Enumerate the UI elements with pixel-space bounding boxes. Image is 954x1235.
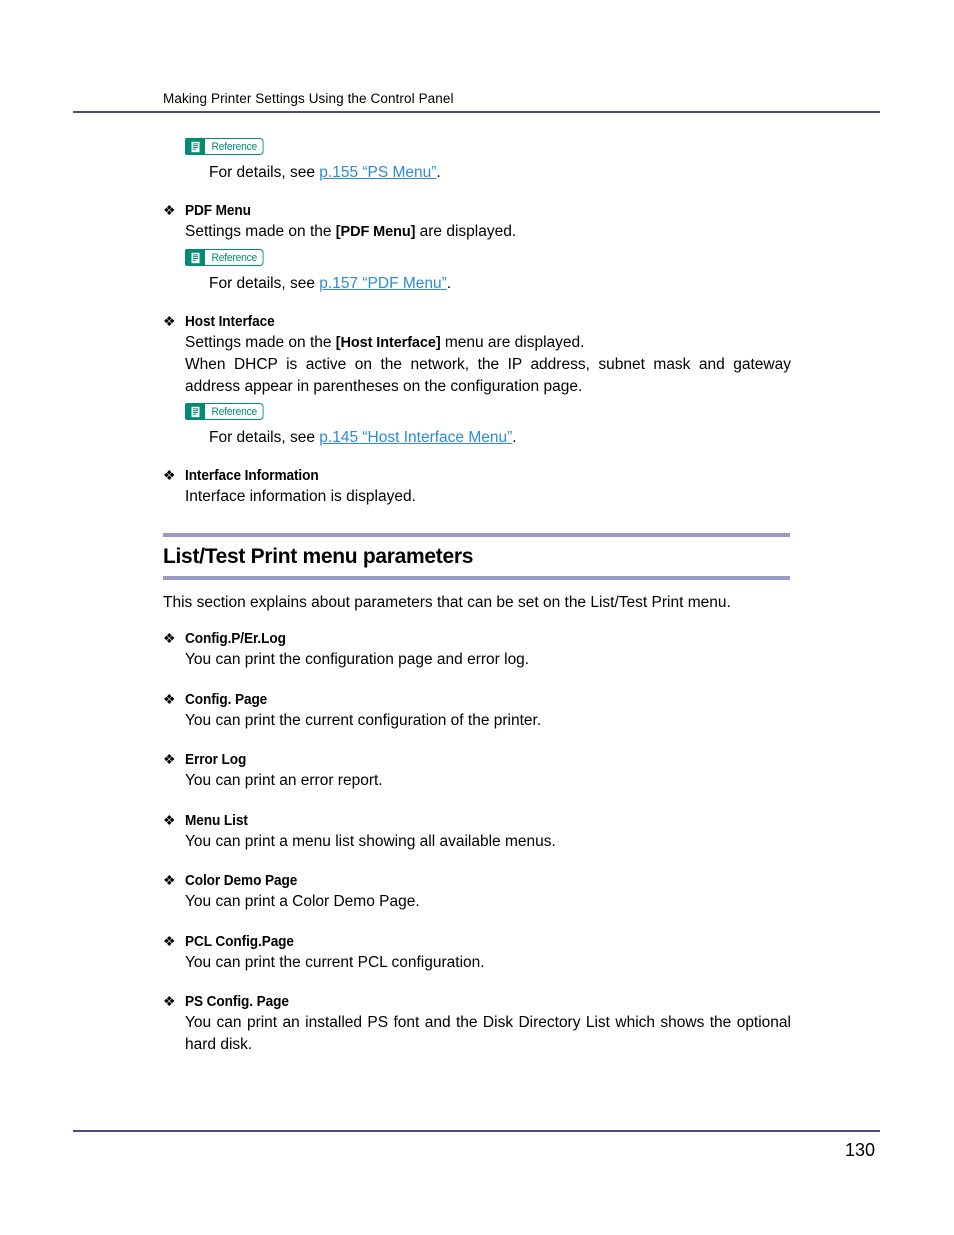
parameter-item: ❖ Color Demo Page You can print a Color … bbox=[163, 870, 791, 913]
reference-prefix: For details, see bbox=[209, 274, 320, 292]
bullet-section-pdf-menu: ❖ PDF Menu Settings made on the [PDF Men… bbox=[163, 200, 791, 295]
bullet-body-post: are displayed. bbox=[415, 222, 517, 240]
bullet-body-post: menu are displayed. bbox=[440, 333, 585, 351]
diamond-bullet-icon: ❖ bbox=[163, 466, 176, 483]
section-heading-block: List/Test Print menu parameters bbox=[163, 533, 790, 580]
parameter-title: Error Log bbox=[185, 752, 247, 768]
document-page: Making Printer Settings Using the Contro… bbox=[0, 0, 954, 1235]
bullet-heading: ❖ Config.P/Er.Log bbox=[163, 628, 791, 649]
bullet-heading: ❖ PDF Menu bbox=[163, 200, 791, 221]
bullet-heading: ❖ Menu List bbox=[163, 810, 791, 831]
diamond-bullet-icon: ❖ bbox=[163, 993, 176, 1009]
parameter-body: You can print the current PCL configurat… bbox=[185, 953, 485, 971]
bullet-title: Interface Information bbox=[185, 467, 319, 484]
diamond-bullet-icon: ❖ bbox=[163, 201, 176, 218]
document-icon bbox=[185, 403, 205, 420]
reference-line: For details, see p.155 “PS Menu”. bbox=[209, 162, 791, 184]
parameter-item: ❖ PS Config. Page You can print an insta… bbox=[163, 991, 791, 1055]
reference-link[interactable]: p.145 “Host Interface Menu” bbox=[319, 429, 512, 446]
reference-link[interactable]: p.155 “PS Menu” bbox=[319, 164, 436, 181]
diamond-bullet-icon: ❖ bbox=[163, 630, 176, 646]
reference-badge-label: Reference bbox=[205, 138, 264, 155]
parameter-item: ❖ PCL Config.Page You can print the curr… bbox=[163, 931, 791, 974]
parameter-title: PS Config. Page bbox=[185, 994, 289, 1010]
parameter-title: Config.P/Er.Log bbox=[185, 631, 286, 647]
reference-suffix: . bbox=[446, 274, 452, 292]
header-title: Making Printer Settings Using the Contro… bbox=[163, 91, 454, 106]
bullet-heading: ❖ Error Log bbox=[163, 749, 791, 770]
bullet-heading: ❖ PCL Config.Page bbox=[163, 931, 791, 952]
bullet-section-interface-information: ❖ Interface Information Interface inform… bbox=[163, 465, 791, 508]
diamond-bullet-icon: ❖ bbox=[163, 872, 176, 888]
parameter-body: You can print the configuration page and… bbox=[185, 651, 530, 668]
bullet-heading: ❖ Config. Page bbox=[163, 689, 791, 710]
parameter-body: You can print an installed PS font and t… bbox=[185, 1014, 791, 1053]
reference-suffix: . bbox=[436, 163, 441, 181]
header-rule bbox=[73, 111, 880, 113]
reference-line: For details, see p.145 “Host Interface M… bbox=[209, 427, 791, 449]
section-intro: This section explains about parameters t… bbox=[163, 594, 731, 611]
reference-prefix: For details, see bbox=[209, 163, 320, 181]
parameter-title: PCL Config.Page bbox=[185, 933, 294, 950]
bullet-heading: ❖ Color Demo Page bbox=[163, 870, 791, 891]
bullet-body-pre: Settings made on the bbox=[185, 222, 336, 240]
diamond-bullet-icon: ❖ bbox=[163, 932, 176, 949]
parameter-item: ❖ Config.P/Er.Log You can print the conf… bbox=[163, 628, 791, 671]
diamond-bullet-icon: ❖ bbox=[163, 312, 176, 329]
document-icon bbox=[185, 138, 205, 155]
diamond-bullet-icon: ❖ bbox=[163, 811, 176, 828]
parameter-body: You can print a menu list showing all av… bbox=[185, 832, 556, 850]
parameter-body: You can print an error report. bbox=[185, 772, 383, 789]
section-rule-bottom bbox=[163, 576, 790, 580]
reference-link[interactable]: p.157 “PDF Menu” bbox=[319, 275, 447, 292]
bullet-body: Settings made on the [Host Interface] me… bbox=[185, 332, 791, 355]
bullet-body: Interface information is displayed. bbox=[185, 487, 416, 505]
parameter-item: ❖ Config. Page You can print the current… bbox=[163, 689, 791, 732]
bullet-body-pre: Settings made on the bbox=[185, 333, 336, 351]
reference-badge-label: Reference bbox=[205, 403, 264, 420]
parameter-body: You can print a Color Demo Page. bbox=[185, 893, 420, 910]
key-label: [PDF Menu] bbox=[335, 223, 416, 240]
section-title: List/Test Print menu parameters bbox=[163, 545, 474, 568]
bullet-heading: ❖ Interface Information bbox=[163, 465, 791, 486]
bullet-body-extra: When DHCP is active on the network, the … bbox=[185, 356, 791, 395]
parameter-item: ❖ Error Log You can print an error repor… bbox=[163, 749, 791, 792]
page-number: 130 bbox=[844, 1139, 875, 1160]
diamond-bullet-icon: ❖ bbox=[163, 751, 176, 767]
parameter-title: Color Demo Page bbox=[185, 873, 298, 889]
page-content: Reference For details, see p.155 “PS Men… bbox=[163, 132, 791, 1055]
parameter-list: ❖ Config.P/Er.Log You can print the conf… bbox=[163, 628, 791, 1055]
bullet-section-host-interface: ❖ Host Interface Settings made on the [H… bbox=[163, 311, 791, 449]
parameter-body: You can print the current configuration … bbox=[185, 711, 542, 729]
bullet-title: Host Interface bbox=[185, 313, 275, 330]
diamond-bullet-icon: ❖ bbox=[163, 690, 176, 707]
reference-line: For details, see p.157 “PDF Menu”. bbox=[209, 273, 791, 295]
document-icon bbox=[185, 249, 205, 266]
reference-badge: Reference bbox=[185, 249, 268, 266]
key-label: [Host Interface] bbox=[335, 334, 441, 351]
bullet-title: PDF Menu bbox=[185, 202, 251, 219]
reference-badge: Reference bbox=[185, 403, 268, 420]
reference-prefix: For details, see bbox=[209, 428, 320, 446]
bullet-heading: ❖ PS Config. Page bbox=[163, 991, 791, 1012]
bullet-heading: ❖ Host Interface bbox=[163, 311, 791, 332]
reference-badge-label: Reference bbox=[205, 249, 264, 266]
parameter-title: Config. Page bbox=[185, 691, 268, 708]
page-footer: 130 bbox=[73, 1130, 880, 1161]
page-header: Making Printer Settings Using the Contro… bbox=[73, 91, 880, 113]
bullet-body: Settings made on the [PDF Menu] are disp… bbox=[185, 221, 791, 244]
reference-badge: Reference bbox=[185, 138, 268, 155]
parameter-item: ❖ Menu List You can print a menu list sh… bbox=[163, 810, 791, 853]
parameter-title: Menu List bbox=[185, 812, 248, 829]
reference-suffix: . bbox=[512, 428, 517, 446]
